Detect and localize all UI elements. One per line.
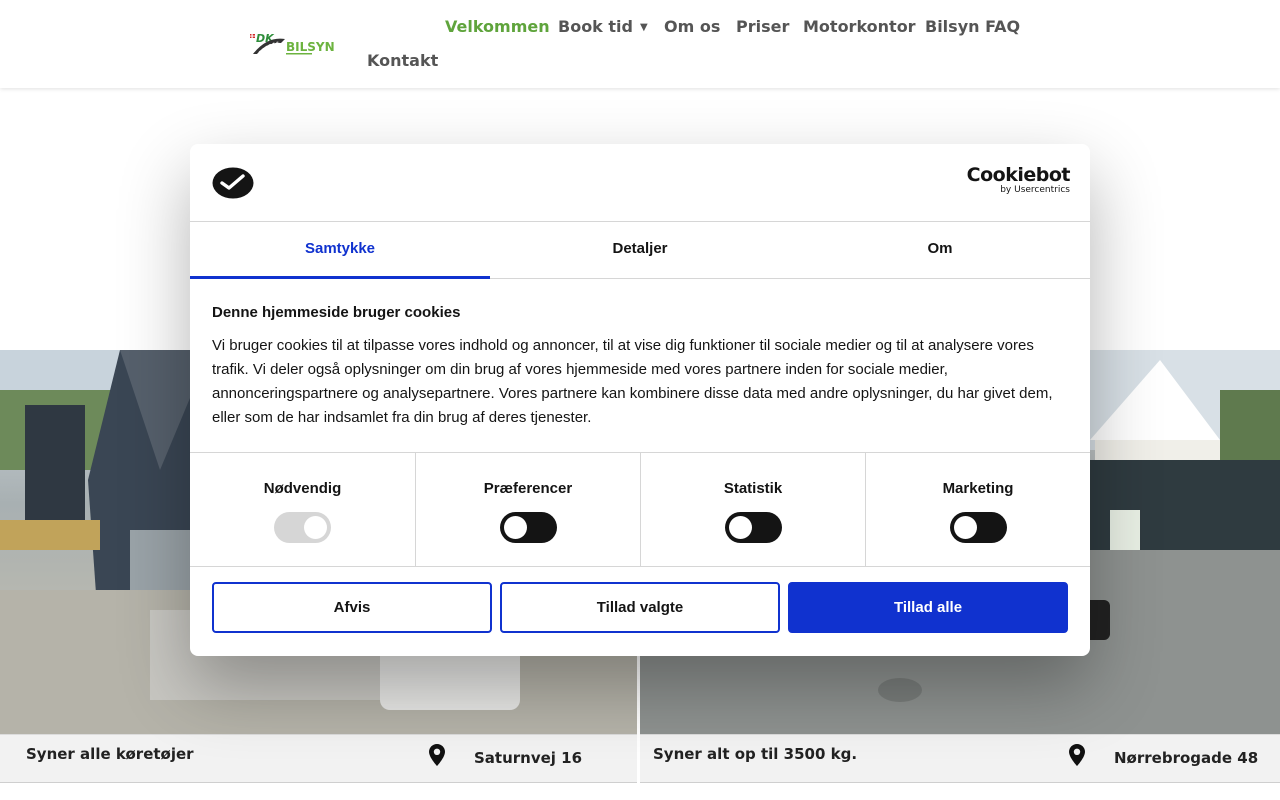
nav-kontakt[interactable]: Kontakt: [367, 51, 438, 70]
location-address: Saturnvej 16: [474, 749, 583, 767]
category-label: Nødvendig: [263, 480, 342, 497]
dialog-title: Denne hjemmeside bruger cookies: [212, 304, 461, 321]
toggle-statistics[interactable]: [725, 512, 782, 543]
dialog-description: Vi bruger cookies til at tilpasse vores …: [212, 337, 1053, 426]
nav-book-tid-label: Book tid: [558, 17, 633, 36]
allow-selected-button[interactable]: Tillad valgte: [500, 582, 780, 633]
tab-detaljer[interactable]: Detaljer: [490, 222, 790, 279]
deny-button[interactable]: Afvis: [212, 582, 492, 633]
dialog-header: Cookiebot by Usercentrics: [190, 144, 1090, 222]
toggle-knob: [304, 516, 327, 539]
toggle-necessary: [274, 512, 331, 543]
cookiebot-brand-sub: by Usercentrics: [1000, 185, 1070, 195]
category-preferences: Præferencer: [415, 453, 640, 567]
toggle-knob: [729, 516, 752, 539]
category-necessary: Nødvendig: [190, 453, 415, 567]
map-pin-icon: [1069, 744, 1085, 766]
category-label: Marketing: [942, 480, 1014, 497]
category-label: Præferencer: [483, 480, 573, 497]
toggle-knob: [504, 516, 527, 539]
cookiebot-brand[interactable]: Cookiebot by Usercentrics: [966, 164, 1071, 195]
tab-om[interactable]: Om: [790, 222, 1090, 279]
nav-om-os[interactable]: Om os: [664, 17, 720, 36]
location-bar-norrebrogade: Syner alt op til 3500 kg. Nørrebrogade 4…: [640, 734, 1280, 783]
consent-categories: Nødvendig Præferencer Statistik Marketin…: [190, 452, 1090, 567]
tab-samtykke[interactable]: Samtykke: [190, 222, 490, 279]
nav-priser[interactable]: Priser: [736, 17, 789, 36]
cookie-consent-dialog: Cookiebot by Usercentrics Samtykke Detal…: [190, 144, 1090, 656]
location-caption: Syner alt op til 3500 kg.: [653, 745, 858, 763]
cookiebot-brand-name: Cookiebot: [966, 164, 1071, 186]
location-caption: Syner alle køretøjer: [26, 745, 194, 763]
category-marketing: Marketing: [865, 453, 1090, 567]
site-header: DK BILSYN Velkommen Book tid ▼ Om os Pris…: [0, 0, 1280, 88]
category-label: Statistik: [723, 480, 783, 497]
toggle-marketing[interactable]: [950, 512, 1007, 543]
location-bar-saturnvej: Syner alle køretøjer Saturnvej 16: [0, 734, 637, 783]
nav-motorkontor[interactable]: Motorkontor: [803, 17, 916, 36]
dialog-tabs: Samtykke Detaljer Om: [190, 222, 1090, 279]
dialog-body: Denne hjemmeside bruger cookies Vi bruge…: [212, 304, 1070, 430]
nav-velkommen[interactable]: Velkommen: [445, 17, 550, 36]
location-address: Nørrebrogade 48: [1114, 749, 1259, 767]
dk-bilsyn-logo[interactable]: DK BILSYN: [249, 31, 339, 57]
nav-bilsyn-faq[interactable]: Bilsyn FAQ: [925, 17, 1020, 36]
category-statistics: Statistik: [640, 453, 865, 567]
toggle-preferences[interactable]: [500, 512, 557, 543]
toggle-knob: [954, 516, 977, 539]
svg-text:BILSYN: BILSYN: [286, 40, 335, 54]
chevron-down-icon: ▼: [639, 22, 648, 33]
nav-book-tid[interactable]: Book tid ▼: [558, 17, 648, 36]
allow-all-button[interactable]: Tillad alle: [788, 582, 1068, 633]
map-pin-icon: [429, 744, 445, 766]
cookiebot-shield-icon: [212, 167, 254, 199]
